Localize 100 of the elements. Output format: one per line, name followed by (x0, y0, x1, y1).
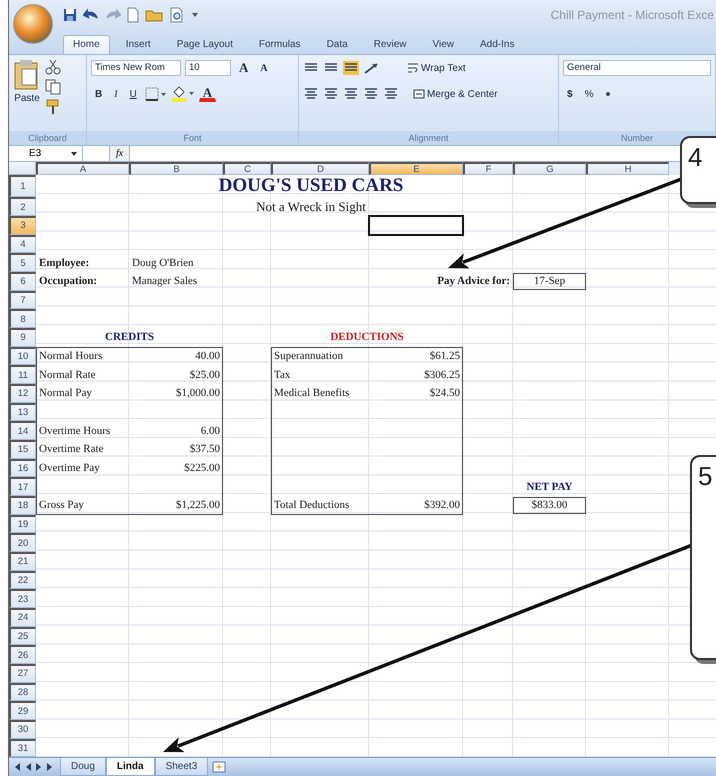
cell-text: Normal Rate (38, 368, 97, 383)
row-header[interactable]: 14 (9, 421, 36, 440)
row-header[interactable]: 25 (9, 626, 36, 646)
previous-sheet-icon[interactable] (24, 762, 32, 772)
merge-center-button[interactable]: Merge & Center (409, 86, 502, 102)
fill-color-icon[interactable] (170, 86, 195, 102)
align-right-icon[interactable] (343, 87, 360, 101)
row-header[interactable]: 4 (9, 234, 36, 254)
column-header[interactable]: G (513, 162, 586, 176)
active-cell[interactable] (368, 215, 464, 236)
insert-sheet-icon[interactable] (212, 761, 228, 774)
row-header[interactable]: 31 (9, 738, 36, 758)
increase-indent-icon[interactable] (383, 87, 400, 101)
row-header[interactable]: 6 (9, 272, 36, 291)
row-header[interactable]: 27 (9, 664, 36, 683)
row-header[interactable]: 21 (9, 552, 36, 571)
save-icon[interactable] (63, 8, 77, 22)
column-header[interactable]: F (463, 162, 513, 176)
row-header[interactable]: 1 (9, 175, 36, 198)
row-header[interactable]: 11 (9, 365, 36, 384)
align-bottom-icon[interactable] (343, 61, 360, 75)
row-header[interactable]: 28 (9, 682, 36, 702)
column-header[interactable]: B (129, 162, 223, 176)
row-header[interactable]: 23 (9, 589, 36, 608)
column-header[interactable]: H (586, 162, 669, 176)
row-header[interactable]: 30 (9, 720, 36, 739)
sheet-tab[interactable]: Linda (106, 758, 155, 776)
ribbon-tab[interactable]: Data (316, 35, 358, 54)
name-box[interactable]: E3 (29, 146, 42, 162)
row-header[interactable]: 29 (9, 701, 36, 720)
copy-icon[interactable] (45, 79, 61, 95)
column-header[interactable]: A (36, 162, 129, 176)
ribbon-tab[interactable]: Formulas (248, 35, 311, 54)
number-format-field[interactable]: General (563, 60, 711, 76)
cell-text: Overtime Rate (38, 442, 104, 458)
ribbon-tab[interactable]: Add-Ins (470, 35, 524, 54)
ribbon-tab[interactable]: Review (364, 35, 416, 54)
italic-button[interactable]: I (110, 86, 122, 102)
cell-number: 40.00 (194, 349, 221, 364)
first-sheet-icon[interactable] (13, 762, 21, 772)
new-document-icon[interactable] (127, 7, 139, 23)
row-header[interactable]: 20 (9, 533, 36, 552)
field-label: Occupation: (38, 274, 98, 290)
ribbon-tab[interactable]: View (422, 35, 464, 54)
ribbon-tab[interactable]: Home (63, 35, 110, 54)
row-header[interactable]: 7 (9, 290, 36, 310)
sheet-tab[interactable]: Doug (60, 758, 106, 776)
currency-button[interactable]: $ (563, 86, 577, 102)
select-all-button[interactable] (9, 162, 36, 176)
row-header[interactable]: 16 (9, 458, 36, 478)
font-name-field[interactable]: Times New Rom (90, 60, 181, 76)
font-color-button[interactable]: A (198, 86, 216, 102)
row-header[interactable]: 8 (9, 309, 36, 328)
underline-button[interactable]: U (126, 86, 141, 102)
decrease-indent-icon[interactable] (363, 87, 380, 101)
shrink-font-button[interactable]: A (256, 60, 272, 76)
wrap-text-button[interactable]: Wrap Text (403, 60, 470, 76)
row-header[interactable]: 18 (9, 496, 36, 515)
row-header[interactable]: 15 (9, 440, 36, 459)
row-header[interactable]: 9 (9, 328, 36, 347)
bold-button[interactable]: B (90, 86, 106, 102)
row-header[interactable]: 10 (9, 346, 36, 366)
office-button[interactable] (13, 4, 53, 44)
folder-icon[interactable] (145, 8, 163, 22)
cell-number: $37.50 (188, 442, 221, 458)
row-header[interactable]: 19 (9, 514, 36, 534)
row-header[interactable]: 24 (9, 608, 36, 627)
row-header[interactable]: 3 (9, 216, 36, 235)
row-header[interactable]: 22 (9, 570, 36, 590)
row-header[interactable]: 26 (9, 645, 36, 664)
borders-icon[interactable] (144, 87, 167, 101)
cell-number: $225.00 (183, 461, 221, 476)
format-painter-icon[interactable] (45, 99, 61, 115)
net-pay-cell: $833.00 (513, 497, 586, 514)
column-header[interactable]: D (271, 162, 369, 176)
cell-text: Gross Pay (38, 498, 85, 514)
ribbon-tab[interactable]: Page Layout (166, 35, 243, 54)
row-header[interactable]: 13 (9, 402, 36, 422)
scissors-icon[interactable] (45, 59, 61, 75)
align-left-icon[interactable] (303, 87, 320, 101)
column-header[interactable]: C (223, 162, 271, 176)
row-header[interactable]: 5 (9, 253, 36, 272)
next-sheet-icon[interactable] (35, 762, 43, 772)
grow-font-button[interactable]: A (234, 60, 252, 76)
font-size-field[interactable]: 10 (184, 60, 231, 76)
column-header[interactable]: E (369, 162, 463, 176)
dropdown-icon[interactable] (191, 11, 199, 19)
insert-function-button[interactable]: fx (109, 146, 130, 162)
percent-button[interactable]: % (580, 86, 598, 102)
row-header[interactable]: 17 (9, 477, 36, 496)
field-label: Employee: (38, 256, 90, 271)
group-label: Alignment (299, 131, 558, 146)
row-header[interactable]: 12 (9, 384, 36, 403)
paste-button[interactable]: Paste (13, 59, 41, 132)
align-center-icon[interactable] (323, 87, 340, 101)
sheet-tab[interactable]: Sheet3 (154, 758, 208, 776)
row-header[interactable]: 2 (9, 197, 36, 216)
ribbon-tab[interactable]: Insert (116, 35, 161, 54)
print-preview-icon[interactable] (169, 7, 185, 23)
last-sheet-icon[interactable] (46, 762, 54, 772)
